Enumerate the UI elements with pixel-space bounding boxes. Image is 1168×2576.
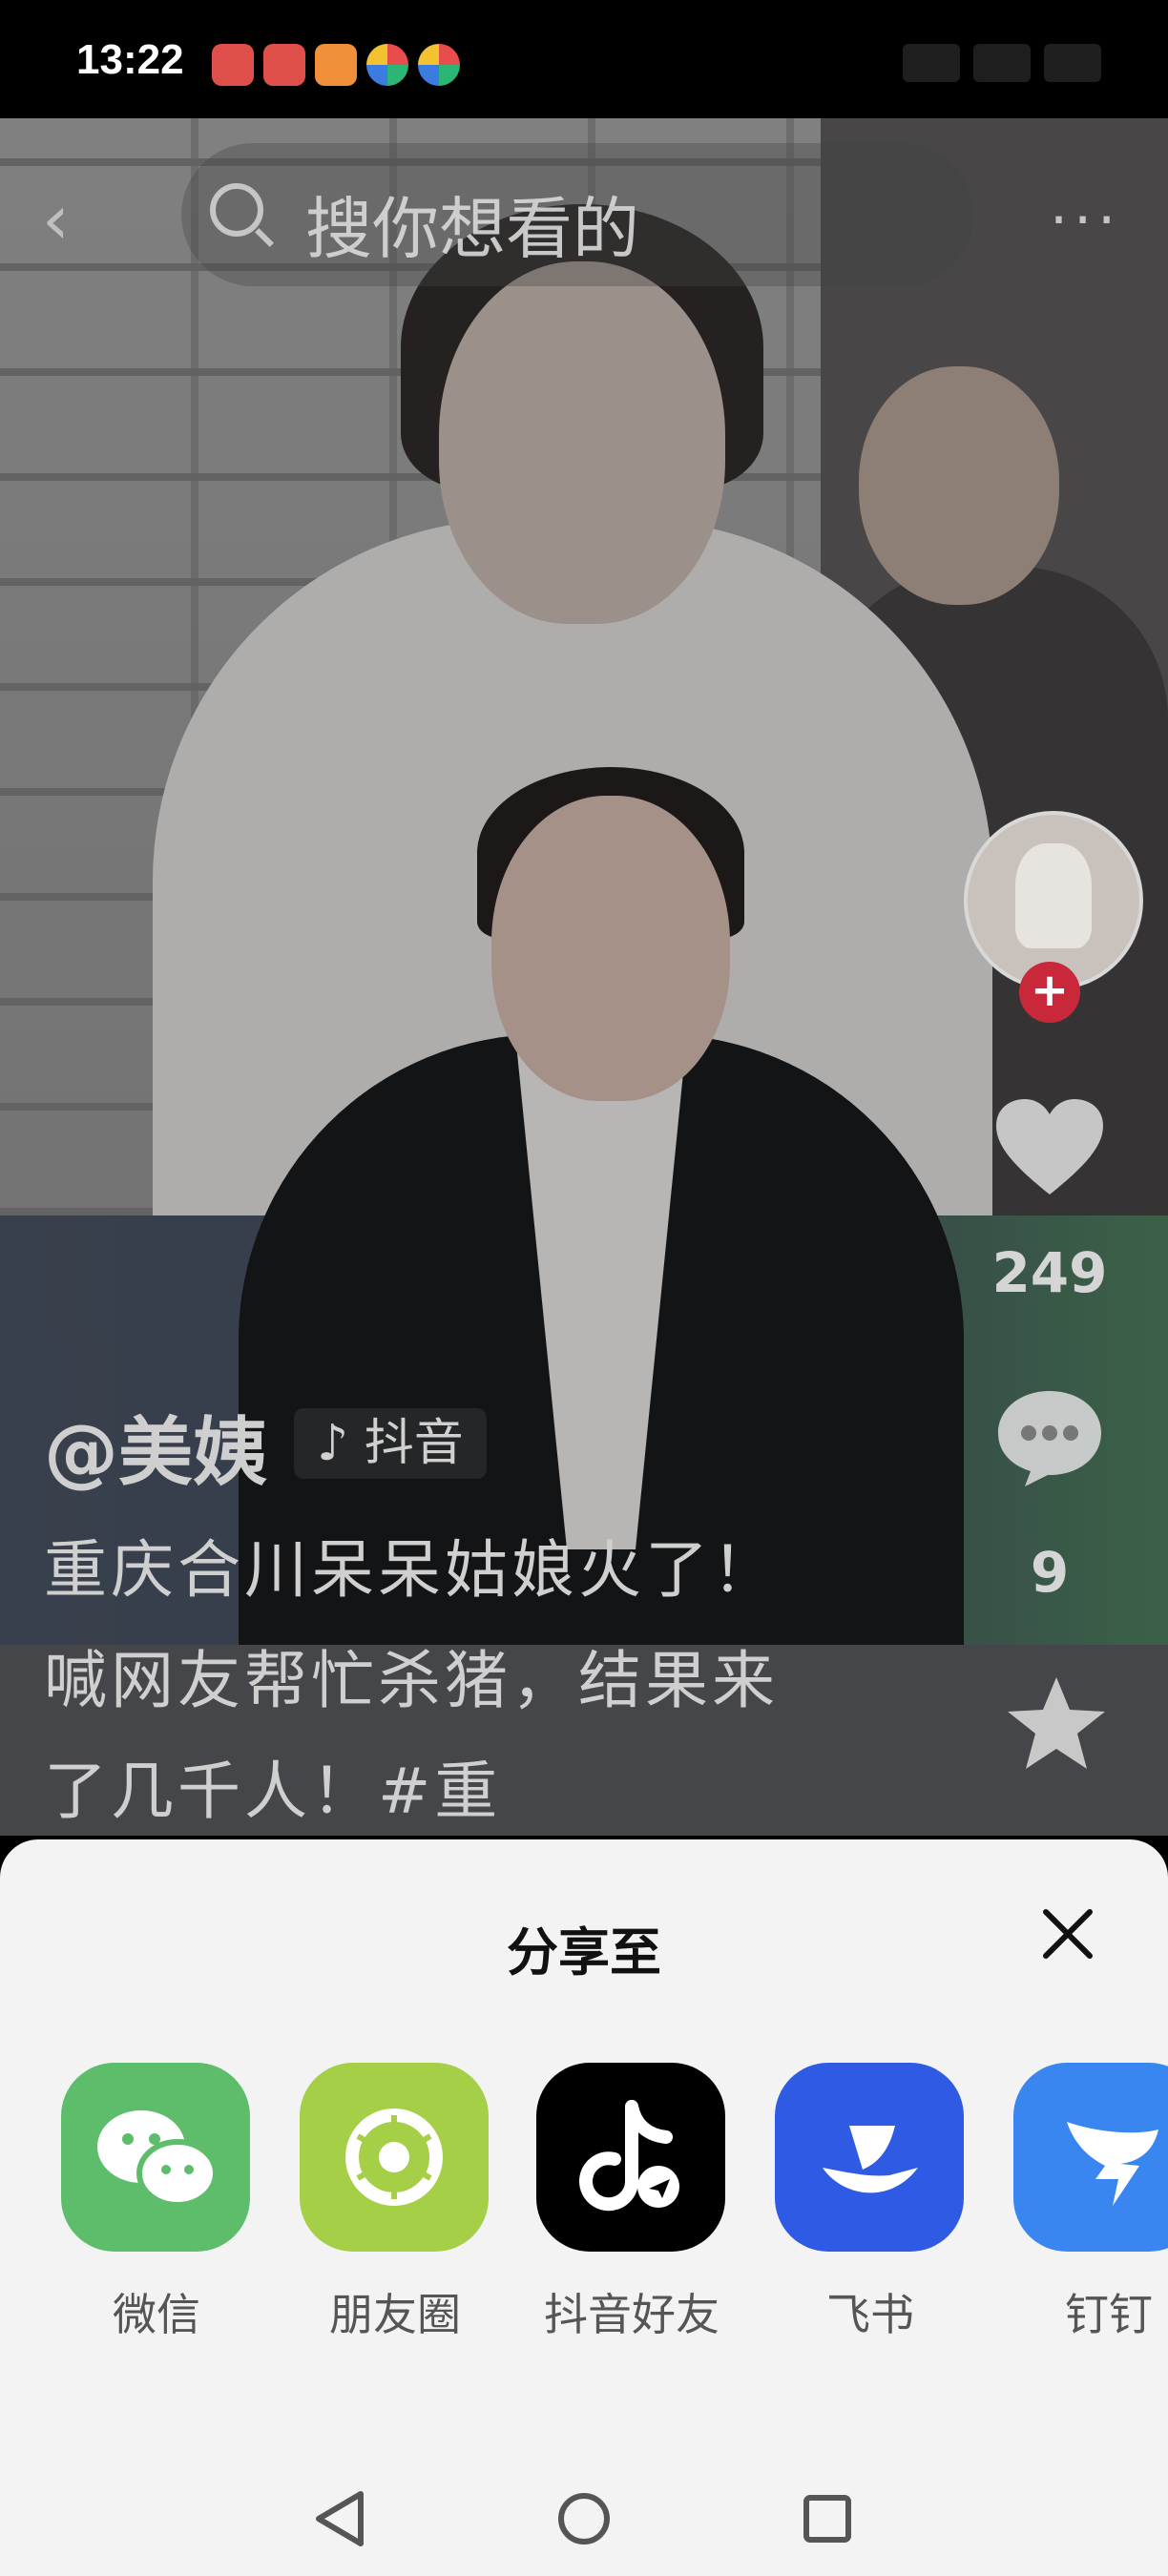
more-options-button[interactable]: ··· (1050, 187, 1121, 254)
share-label: 飞书 (826, 2289, 914, 2340)
share-sheet-title: 分享至 (507, 1922, 661, 1983)
like-count: 249 (991, 1240, 1108, 1305)
app-notification-icon (418, 44, 460, 86)
heart-icon[interactable] (992, 1095, 1107, 1200)
app-notification-icon (366, 44, 408, 86)
share-douyin-friends[interactable]: 抖音好友 (536, 2063, 727, 2343)
share-label: 微信 (113, 2289, 200, 2340)
feishu-icon[interactable] (775, 2063, 964, 2252)
app-notification-icon (212, 44, 254, 86)
dingtalk-icon[interactable] (1013, 2063, 1168, 2252)
system-navigation-bar (316, 2491, 851, 2546)
comment-icon[interactable] (992, 1383, 1107, 1488)
author-name[interactable]: @美姨 (44, 1393, 267, 1500)
douyin-note-icon: ♪ (317, 1415, 365, 1472)
notification-icons (212, 44, 460, 86)
close-icon[interactable] (1034, 1901, 1101, 1967)
platform-badge: ♪ 抖音 (294, 1408, 487, 1479)
search-icon (210, 183, 263, 237)
moments-icon[interactable] (300, 2063, 489, 2252)
share-targets: 微信 朋友圈 抖音好友 飞书 钉钉 (61, 2063, 1168, 2349)
share-moments[interactable]: 朋友圈 (300, 2063, 490, 2343)
nav-recents-icon[interactable] (803, 2495, 851, 2543)
share-label: 朋友圈 (329, 2289, 461, 2340)
wifi-icon (973, 44, 1031, 82)
platform-label: 抖音 (364, 1415, 464, 1472)
douyin-icon[interactable] (536, 2063, 725, 2252)
status-time: 13:22 (76, 36, 184, 83)
app-notification-icon (263, 44, 305, 86)
back-button[interactable]: ‹ (42, 181, 99, 258)
signal-icon (903, 44, 960, 82)
video-caption[interactable]: 重庆合川呆呆姑娘火了！喊网友帮忙杀猪，结果来了几千人！#重 (44, 1515, 798, 1847)
share-label: 抖音好友 (544, 2289, 720, 2340)
nav-back-icon[interactable] (316, 2491, 364, 2546)
heart-app-icon (315, 44, 357, 86)
share-dingtalk[interactable]: 钉钉 (1013, 2063, 1168, 2343)
share-wechat[interactable]: 微信 (61, 2063, 252, 2343)
comment-count: 9 (1030, 1540, 1070, 1605)
battery-icon (1044, 44, 1101, 82)
wechat-icon[interactable] (61, 2063, 250, 2252)
follow-plus-icon[interactable]: + (1019, 962, 1080, 1023)
favorite-star-icon[interactable] (1004, 1672, 1109, 1776)
share-label: 钉钉 (1065, 2289, 1153, 2340)
search-placeholder[interactable]: 搜你想看的 (305, 176, 639, 272)
system-status-icons (903, 44, 1101, 82)
nav-home-icon[interactable] (558, 2493, 610, 2545)
status-bar: 13:22 (0, 0, 1168, 118)
share-feishu[interactable]: 飞书 (775, 2063, 966, 2343)
